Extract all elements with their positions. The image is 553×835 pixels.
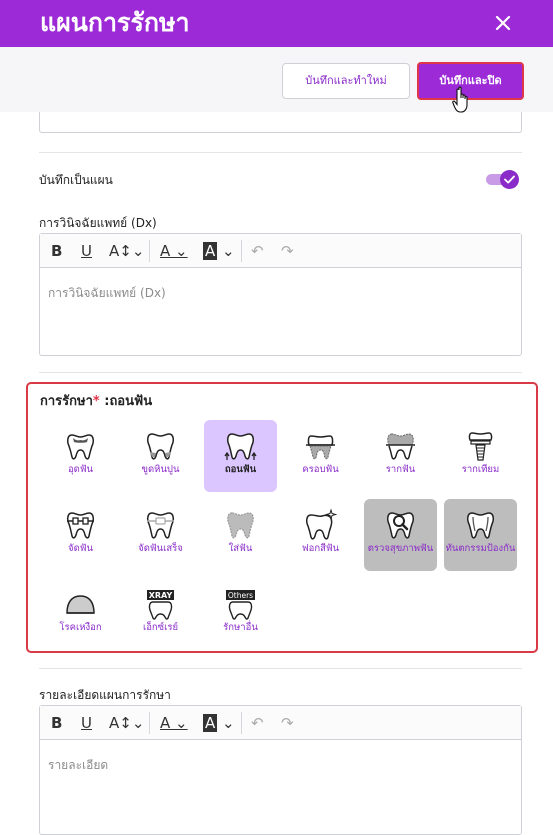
tooth-scaling-icon [147,433,174,460]
others-icon: Others [226,590,255,620]
treatment-title: การรักษา* :ถอนฟัน [40,390,152,411]
treatment-label: การรักษา [40,394,93,409]
tooth-prevention-icon [467,512,494,539]
tooth-crown-icon [306,435,335,460]
tooth-retainer-icon [147,512,174,539]
tile-label: ครอบฟัน [302,464,339,475]
tooth-root-canal-icon [386,433,415,460]
treatment-tile-filling[interactable]: อุดฟัน [44,420,117,492]
treatment-tile-denture[interactable]: ใส่ฟัน [204,499,277,571]
toolbar-separator [149,712,150,734]
selected-prefix: : [99,394,110,409]
highlight-color-button[interactable]: A ⌄ [203,713,235,733]
save-and-new-button[interactable]: บันทึกและทำใหม่ [282,63,410,99]
editor-toolbar: B U A↕⌄ A ⌄ A ⌄ ↶ ↷ [40,706,521,740]
text-color-button[interactable]: A ⌄ [160,241,188,261]
close-icon[interactable] [493,13,513,33]
save-as-plan-label: บันทึกเป็นแผน [39,173,113,187]
treatment-section: การรักษา* :ถอนฟัน อุดฟัน ขูดหินปูน ถอนฟั… [26,382,538,653]
tile-label: ตรวจสุขภาพฟัน [367,543,434,554]
tooth-denture-icon [227,512,254,539]
plan-detail-input[interactable]: รายละเอียด [48,756,108,775]
redo-button[interactable]: ↷ [281,713,294,733]
tooth-checkup-icon [387,512,414,539]
treatment-tile-prevention[interactable]: ทันตกรรมป้องกัน [444,499,517,571]
divider [39,152,522,153]
treatment-tile-scaling[interactable]: ขูดหินปูน [124,420,197,492]
treatment-tile-crown[interactable]: ครอบฟัน [284,420,357,492]
check-icon [504,175,515,184]
hand-cursor-icon [452,86,468,113]
tile-label: จัดฟัน [68,543,93,554]
tile-label: ถอนฟัน [224,464,257,475]
tile-label: ใส่ฟัน [228,543,253,554]
text-color-button[interactable]: A ⌄ [160,713,188,733]
tooth-whitening-icon [306,509,337,540]
toolbar-separator [241,240,242,262]
bold-button[interactable]: B [51,241,62,261]
treatment-tile-root-canal[interactable]: รากฟัน [364,420,437,492]
tile-label: ทันตกรรมป้องกัน [445,543,516,554]
editor-toolbar: B U A↕⌄ A ⌄ A ⌄ ↶ ↷ [40,234,521,268]
font-size-button[interactable]: A↕⌄ [109,241,144,261]
treatment-tile-checkup[interactable]: ตรวจสุขภาพฟัน [364,499,437,571]
treatment-tile-extraction[interactable]: ถอนฟัน [204,420,277,492]
diagnosis-label: การวินิจฉัยแพทย์ (Dx) [39,216,157,230]
diagnosis-editor: B U A↕⌄ A ⌄ A ⌄ ↶ ↷ การวินิจฉัยแพทย์ (Dx… [39,233,522,356]
divider [39,372,522,373]
treatment-tile-braces[interactable]: จัดฟัน [44,499,117,571]
tile-label: ฟอกสีฟัน [301,543,340,554]
highlight-color-button[interactable]: A ⌄ [203,241,235,261]
tile-label: เอ็กซ์เรย์ [142,622,179,633]
previous-input-field[interactable] [39,112,522,133]
redo-button[interactable]: ↷ [281,241,294,261]
tile-label: อุดฟัน [67,464,94,475]
undo-button[interactable]: ↶ [251,241,264,261]
required-mark: * [92,394,100,409]
others-badge: Others [228,591,253,600]
save-as-plan-toggle[interactable] [486,170,519,189]
tooth-braces-icon [67,512,94,539]
font-size-button[interactable]: A↕⌄ [109,713,144,733]
toolbar-separator [149,240,150,262]
tooth-extraction-icon [224,433,257,460]
tile-label: ขูดหินปูน [141,464,180,475]
treatment-tile-braces-done[interactable]: จัดฟันเสร็จ [124,499,197,571]
tile-label: รักษาอื่น [223,622,258,633]
selected-treatment: ถอนฟัน [109,394,153,409]
xray-badge: XRAY [149,591,173,600]
tooth-implant-icon [468,432,493,461]
xray-icon: XRAY [147,590,174,620]
toggle-knob [500,170,519,189]
undo-button[interactable]: ↶ [251,713,264,733]
plan-detail-label: รายละเอียดแผนการรักษา [39,688,171,702]
divider [39,668,522,669]
diagnosis-input[interactable]: การวินิจฉัยแพทย์ (Dx) [48,284,166,303]
treatment-tile-xray[interactable]: XRAY เอ็กซ์เรย์ [124,578,197,650]
treatment-tile-whitening[interactable]: ฟอกสีฟัน [284,499,357,571]
dialog-header: แผนการรักษา [0,0,553,47]
treatment-tile-gum-disease[interactable]: โรคเหงือก [44,578,117,650]
tooth-filling-icon [67,434,94,460]
treatment-tile-others[interactable]: Others รักษาอื่น [204,578,277,650]
dialog-title: แผนการรักษา [40,8,190,37]
plan-detail-editor: B U A↕⌄ A ⌄ A ⌄ ↶ ↷ รายละเอียด [39,705,522,835]
tile-label: จัดฟันเสร็จ [138,543,183,554]
underline-button[interactable]: U [81,713,92,733]
tile-label: รากฟัน [385,464,416,475]
underline-button[interactable]: U [81,241,92,261]
toolbar-separator [241,712,242,734]
tile-label: โรคเหงือก [59,622,102,633]
bold-button[interactable]: B [51,713,62,733]
treatment-tile-implant[interactable]: รากเทียม [444,420,517,492]
gum-disease-icon [66,595,95,614]
tile-label: รากเทียม [461,464,500,475]
